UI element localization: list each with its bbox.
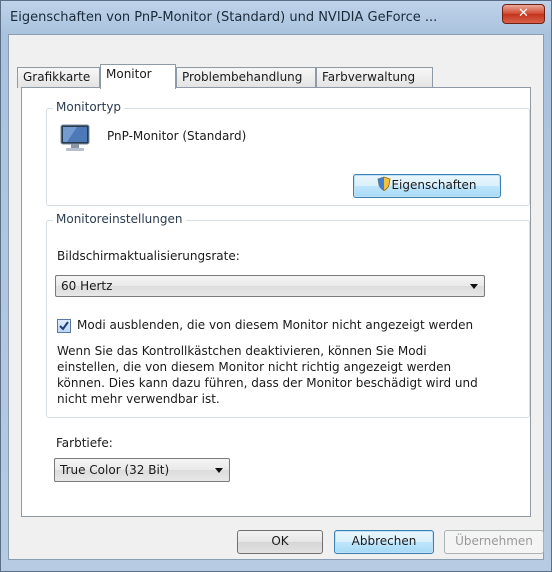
monitoreinstellungen-group: Monitoreinstellungen Bildschirmaktualisi…	[46, 212, 530, 418]
eigenschaften-button[interactable]: Eigenschaften	[353, 174, 501, 198]
monitor-icon	[60, 124, 90, 151]
dialog-window: Eigenschaften von PnP-Monitor (Standard)…	[0, 0, 552, 572]
warning-line: nicht mehr verwendbar ist.	[57, 392, 220, 406]
refresh-rate-value: 60 Hertz	[61, 279, 113, 293]
monitor-name: PnP-Monitor (Standard)	[107, 129, 247, 143]
refresh-rate-dropdown[interactable]: 60 Hertz	[55, 275, 485, 297]
close-icon: ✕	[518, 6, 529, 21]
tab-farbverwaltung[interactable]: Farbverwaltung	[316, 67, 433, 88]
tab-problembehandlung[interactable]: Problembehandlung	[176, 67, 316, 88]
monitortyp-group: Monitortyp PnP-Monitor (Standard) Eigens…	[46, 100, 530, 206]
tab-grafikkarte[interactable]: Grafikkarte	[17, 67, 100, 88]
monitoreinstellungen-legend: Monitoreinstellungen	[53, 212, 186, 226]
monitor-tab-panel: Monitortyp PnP-Monitor (Standard) Eigens…	[21, 87, 531, 517]
cancel-button[interactable]: Abbrechen	[334, 530, 434, 554]
close-button[interactable]: ✕	[502, 4, 545, 24]
farbtiefe-dropdown[interactable]: True Color (32 Bit)	[54, 458, 230, 482]
eigenschaften-label: Eigenschaften	[391, 178, 477, 192]
checkmark-icon	[59, 321, 69, 331]
warning-text: Wenn Sie das Kontrollkästchen deaktivier…	[57, 343, 478, 407]
uac-shield-icon	[377, 176, 391, 198]
tab-monitor[interactable]: Monitor	[100, 64, 176, 89]
warning-line: einstellen, die von diesem Monitor nicht…	[57, 360, 452, 374]
refresh-rate-label: Bildschirmaktualisierungsrate:	[57, 249, 240, 263]
chevron-down-icon	[215, 468, 223, 473]
hide-modes-checkbox[interactable]	[57, 319, 71, 333]
window-title: Eigenschaften von PnP-Monitor (Standard)…	[10, 10, 438, 25]
chevron-down-icon	[470, 284, 478, 289]
farbtiefe-label: Farbtiefe:	[56, 436, 113, 450]
apply-button[interactable]: Übernehmen	[444, 530, 544, 554]
warning-line: können. Dies kann dazu führen, dass der …	[57, 376, 478, 390]
title-bar[interactable]: Eigenschaften von PnP-Monitor (Standard)…	[1, 1, 552, 35]
monitortyp-legend: Monitortyp	[53, 100, 125, 114]
ok-button[interactable]: OK	[237, 530, 323, 554]
farbtiefe-value: True Color (32 Bit)	[60, 463, 170, 477]
hide-modes-label[interactable]: Modi ausblenden, die von diesem Monitor …	[77, 318, 473, 332]
warning-line: Wenn Sie das Kontrollkästchen deaktivier…	[57, 344, 427, 358]
